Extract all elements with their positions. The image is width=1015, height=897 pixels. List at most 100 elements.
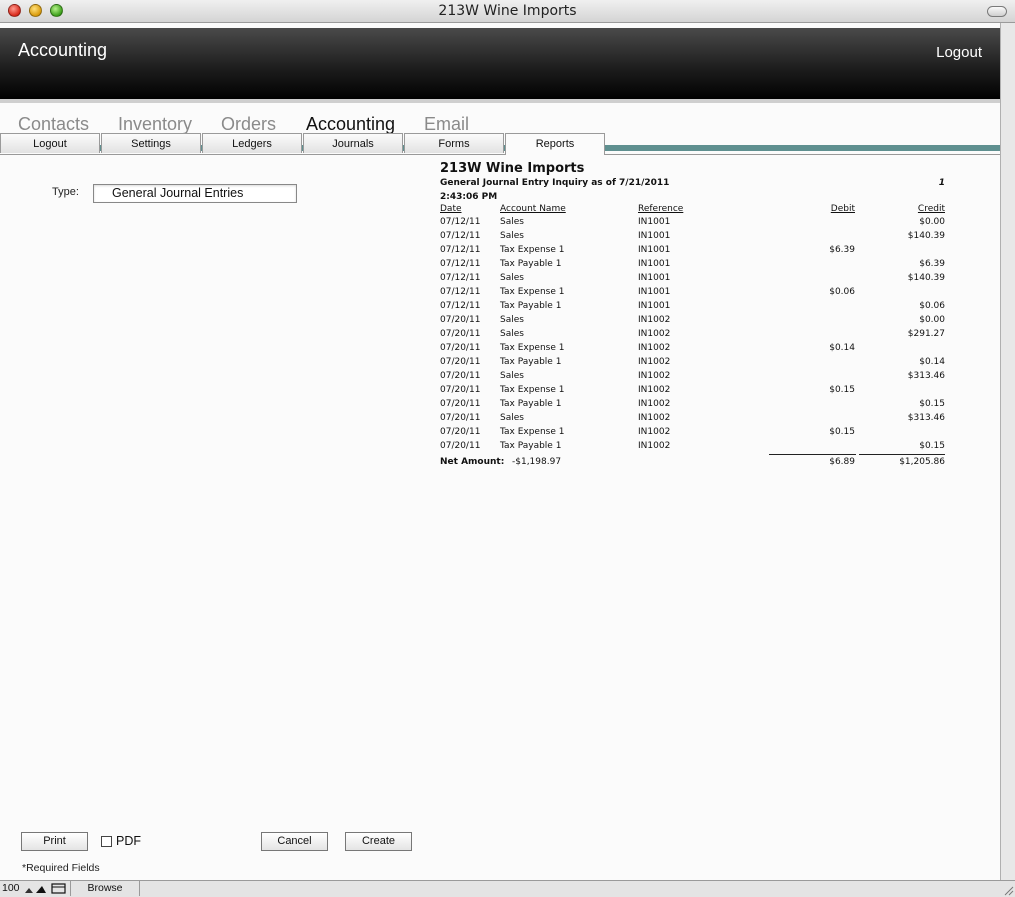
cell-account: Tax Payable 1 [500, 441, 562, 451]
cell-account: Tax Expense 1 [500, 343, 565, 353]
cell-date: 07/12/11 [440, 273, 481, 283]
cell-reference: IN1002 [638, 413, 671, 423]
cell-date: 07/12/11 [440, 231, 481, 241]
debit-total: $6.89 [829, 457, 855, 467]
subtab-reports[interactable]: Reports [505, 133, 605, 155]
cell-debit: $0.15 [829, 385, 855, 395]
cell-date: 07/12/11 [440, 287, 481, 297]
cell-reference: IN1002 [638, 385, 671, 395]
table-row: 07/12/11 Tax Payable 1 IN1001 $0.06 [440, 301, 950, 315]
cell-account: Sales [500, 217, 524, 227]
col-header-credit: Credit [917, 204, 945, 214]
report-time: 2:43:06 PM [440, 192, 498, 202]
type-field[interactable]: General Journal Entries [93, 184, 297, 203]
subtab-logout[interactable]: Logout [0, 133, 100, 153]
table-row: 07/12/11 Tax Expense 1 IN1001 $6.39 [440, 245, 950, 259]
pdf-checkbox[interactable] [101, 836, 112, 847]
module-tab-orders[interactable]: Orders [221, 114, 276, 135]
cell-credit: $0.06 [919, 301, 945, 311]
cell-account: Tax Expense 1 [500, 427, 565, 437]
cell-account: Tax Payable 1 [500, 357, 562, 367]
cell-debit: $0.15 [829, 427, 855, 437]
cell-reference: IN1002 [638, 315, 671, 325]
cell-date: 07/20/11 [440, 441, 481, 451]
cell-reference: IN1001 [638, 301, 671, 311]
table-row: 07/20/11 Tax Payable 1 IN1002 $0.15 [440, 441, 950, 455]
cell-reference: IN1001 [638, 273, 671, 283]
table-row: 07/20/11 Tax Payable 1 IN1002 $0.14 [440, 357, 950, 371]
create-button[interactable]: Create [345, 832, 412, 851]
cell-reference: IN1002 [638, 343, 671, 353]
subtab-journals[interactable]: Journals [303, 133, 403, 153]
cell-credit: $0.00 [919, 315, 945, 325]
cell-reference: IN1001 [638, 231, 671, 241]
print-button[interactable]: Print [21, 832, 88, 851]
page-title: Accounting [18, 40, 108, 60]
report-company: 213W Wine Imports [440, 161, 585, 176]
cell-date: 07/12/11 [440, 217, 481, 227]
module-tab-inventory[interactable]: Inventory [118, 114, 192, 135]
cell-date: 07/12/11 [440, 301, 481, 311]
table-row: 07/20/11 Tax Expense 1 IN1002 $0.15 [440, 427, 950, 441]
cell-reference: IN1002 [638, 371, 671, 381]
cell-credit: $0.15 [919, 441, 945, 451]
report-page-number: 1 [938, 178, 945, 188]
cell-credit: $0.00 [919, 217, 945, 227]
module-tab-accounting[interactable]: Accounting [306, 114, 395, 135]
pdf-label: PDF [116, 834, 141, 848]
resize-grip-icon[interactable] [1002, 884, 1014, 896]
credit-total-rule [859, 454, 945, 455]
net-amount-value: -$1,198.97 [512, 457, 562, 467]
cell-date: 07/20/11 [440, 427, 481, 437]
table-row: 07/12/11 Sales IN1001 $0.00 [440, 217, 950, 231]
cell-account: Tax Payable 1 [500, 259, 562, 269]
credit-total: $1,205.86 [899, 457, 945, 467]
cell-date: 07/20/11 [440, 399, 481, 409]
report-subtitle: General Journal Entry Inquiry as of 7/21… [440, 178, 670, 188]
cell-reference: IN1002 [638, 441, 671, 451]
cell-debit: $0.06 [829, 287, 855, 297]
cell-date: 07/20/11 [440, 385, 481, 395]
cell-account: Tax Payable 1 [500, 399, 562, 409]
col-header-account: Account Name [500, 204, 566, 214]
cell-credit: $0.14 [919, 357, 945, 367]
zoom-controls-icon[interactable] [24, 883, 68, 894]
table-row: 07/20/11 Tax Payable 1 IN1002 $0.15 [440, 399, 950, 413]
subtab-forms[interactable]: Forms [404, 133, 504, 153]
cell-date: 07/12/11 [440, 245, 481, 255]
cell-account: Sales [500, 231, 524, 241]
cell-reference: IN1002 [638, 427, 671, 437]
table-row: 07/12/11 Sales IN1001 $140.39 [440, 273, 950, 287]
cell-credit: $313.46 [907, 371, 945, 381]
toolbar-toggle-button[interactable] [987, 6, 1007, 17]
mode-indicator[interactable]: Browse [70, 881, 140, 896]
cell-account: Tax Expense 1 [500, 245, 565, 255]
cell-credit: $291.27 [907, 329, 945, 339]
module-tab-contacts[interactable]: Contacts [18, 114, 89, 135]
table-row: 07/20/11 Sales IN1002 $0.00 [440, 315, 950, 329]
window-title: 213W Wine Imports [438, 3, 577, 19]
table-row: 07/12/11 Sales IN1001 $140.39 [440, 231, 950, 245]
cell-account: Sales [500, 371, 524, 381]
cell-date: 07/20/11 [440, 343, 481, 353]
cell-reference: IN1002 [638, 329, 671, 339]
debit-total-rule [769, 454, 856, 455]
col-header-reference: Reference [638, 204, 684, 214]
cell-reference: IN1001 [638, 217, 671, 227]
cell-reference: IN1001 [638, 259, 671, 269]
cell-account: Tax Expense 1 [500, 287, 565, 297]
cell-date: 07/20/11 [440, 371, 481, 381]
zoom-level[interactable]: 100 [2, 882, 20, 894]
subtab-ledgers[interactable]: Ledgers [202, 133, 302, 153]
table-row: 07/20/11 Sales IN1002 $313.46 [440, 371, 950, 385]
cell-account: Sales [500, 315, 524, 325]
cell-reference: IN1002 [638, 357, 671, 367]
cell-account: Sales [500, 273, 524, 283]
subtab-settings[interactable]: Settings [101, 133, 201, 153]
type-label: Type: [52, 186, 79, 198]
header-logout-link[interactable]: Logout [936, 44, 982, 61]
module-tab-email[interactable]: Email [424, 114, 469, 135]
table-row: 07/12/11 Tax Expense 1 IN1001 $0.06 [440, 287, 950, 301]
cancel-button[interactable]: Cancel [261, 832, 328, 851]
cell-account: Sales [500, 413, 524, 423]
